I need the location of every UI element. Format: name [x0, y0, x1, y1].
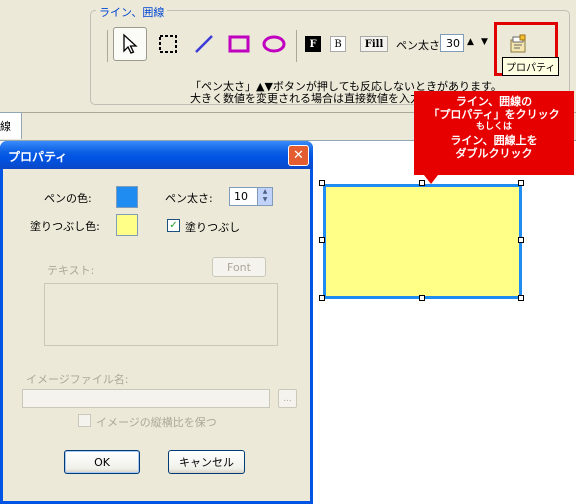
pen-width-down-button[interactable]: ▼	[481, 37, 488, 47]
pointer-arrow-icon	[123, 33, 138, 54]
close-button[interactable]: ✕	[288, 145, 309, 166]
callout-pointer	[424, 175, 438, 184]
select-tool-button[interactable]	[113, 27, 147, 61]
tab-line[interactable]: 線	[0, 112, 22, 139]
toolbar-separator	[296, 30, 297, 62]
dialog-pen-width-spinner[interactable]: ▲ ▼	[257, 188, 272, 205]
keep-ratio-label: イメージの縦横比を保つ	[96, 416, 217, 429]
ellipse-icon	[262, 35, 286, 53]
resize-handle[interactable]	[419, 295, 425, 301]
dialog-title[interactable]: プロパティ	[0, 141, 313, 169]
browse-button[interactable]: ...	[278, 389, 297, 408]
font-button[interactable]: Font	[212, 257, 266, 277]
properties-tooltip: プロパティ	[502, 57, 560, 76]
resize-handle[interactable]	[319, 180, 325, 186]
toolbar-separator	[107, 30, 108, 62]
resize-handle[interactable]	[518, 237, 524, 243]
pen-width-up-button[interactable]: ▲	[467, 37, 474, 47]
dashed-rect-icon	[159, 35, 177, 53]
fill-color-swatch[interactable]	[116, 214, 138, 236]
instruction-callout: ライン、囲線の 「プロパティ」をクリック もしくは ライン、囲線上を ダブルクリ…	[414, 91, 574, 175]
resize-handle[interactable]	[518, 295, 524, 301]
marquee-tool-button[interactable]	[151, 27, 185, 61]
dialog-pen-width-label: ペン太さ:	[165, 192, 213, 205]
ellipse-tool-button[interactable]	[257, 27, 291, 61]
rect-tool-button[interactable]	[222, 27, 256, 61]
text-label: テキスト:	[47, 264, 95, 277]
selected-rectangle-shape[interactable]	[323, 184, 522, 299]
line-tool-button[interactable]	[187, 27, 221, 61]
keep-ratio-checkbox[interactable]	[78, 414, 91, 427]
pen-color-label: ペンの色:	[44, 192, 92, 205]
pen-width-input[interactable]: 30	[440, 34, 464, 52]
callout-line: ダブルクリック	[455, 147, 533, 160]
callout-line: 「プロパティ」をクリック	[428, 108, 560, 121]
callout-line: もしくは	[475, 122, 512, 132]
fill-button[interactable]: Fill	[360, 36, 388, 52]
bold-button[interactable]: B	[330, 36, 346, 52]
font-color-button[interactable]: F	[305, 36, 321, 52]
callout-line: ライン、囲線上を	[450, 134, 538, 147]
resize-handle[interactable]	[518, 180, 524, 186]
diagonal-line-icon	[195, 35, 213, 53]
cancel-button[interactable]: キャンセル	[168, 450, 245, 474]
fill-checkbox-label: 塗りつぶし	[185, 221, 241, 234]
ok-button[interactable]: OK	[64, 450, 140, 474]
rectangle-icon	[228, 35, 250, 53]
hint-text-2: 大きく数値を変更される場合は直接数値を入力	[190, 92, 421, 105]
text-input-area[interactable]	[44, 283, 278, 346]
image-file-label: イメージファイル名:	[26, 373, 129, 386]
fill-color-label: 塗りつぶし色:	[30, 220, 100, 233]
group-label: ライン、囲線	[96, 4, 168, 20]
resize-handle[interactable]	[319, 237, 325, 243]
pen-width-label: ペン太さ	[396, 39, 440, 52]
pen-color-swatch[interactable]	[116, 186, 138, 208]
image-file-input[interactable]	[22, 389, 270, 408]
callout-line: ライン、囲線の	[455, 95, 533, 108]
fill-checkbox[interactable]: ✓	[167, 219, 180, 232]
resize-handle[interactable]	[319, 295, 325, 301]
